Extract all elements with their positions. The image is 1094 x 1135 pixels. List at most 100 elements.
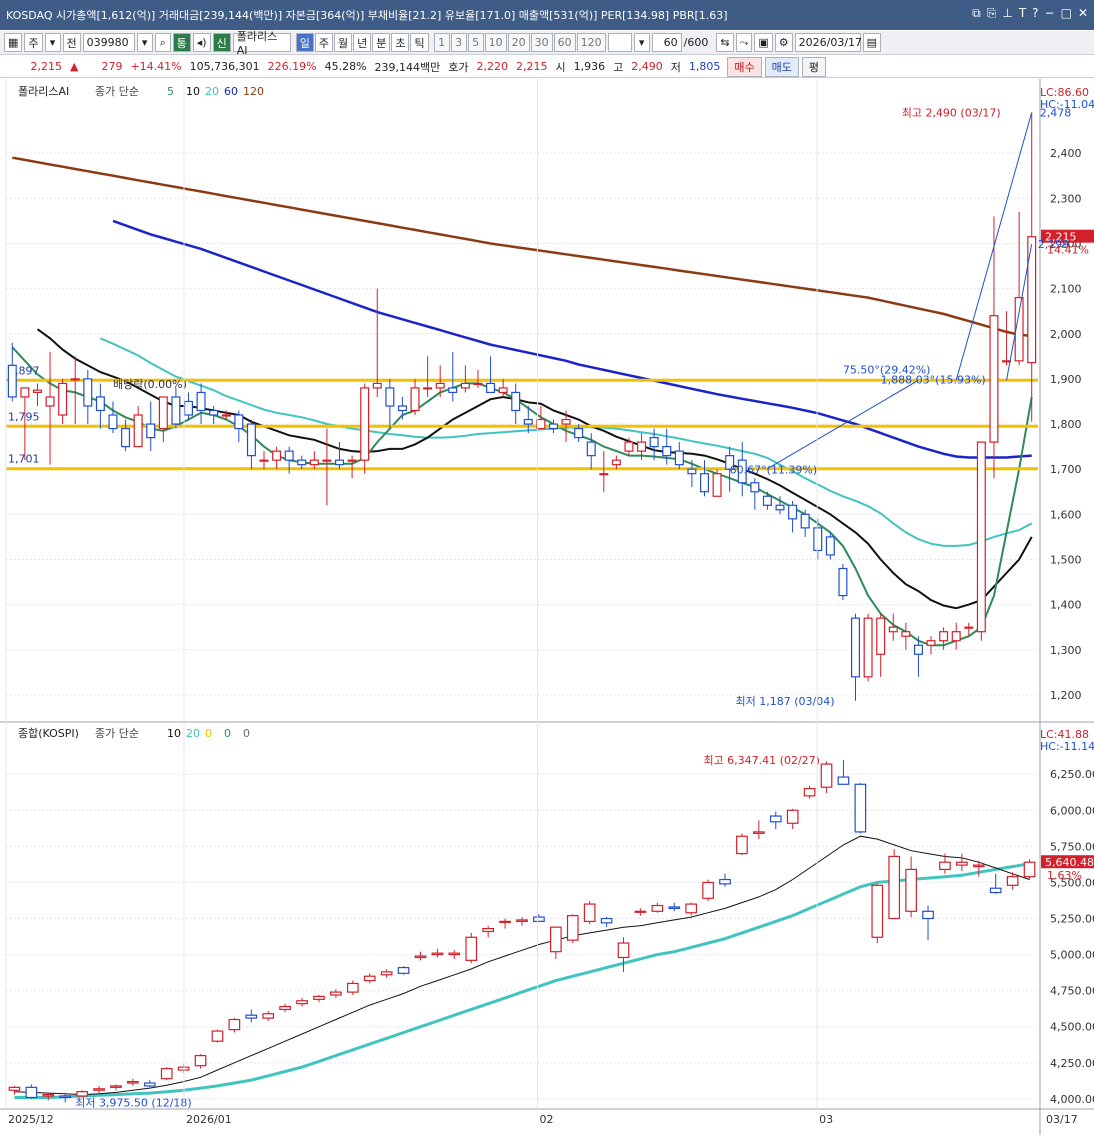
candle-body	[234, 414, 244, 430]
candle-body	[272, 450, 282, 461]
ytick-label: 1,600	[1050, 508, 1082, 521]
candle-body	[611, 459, 621, 466]
candle-body	[486, 382, 496, 394]
tab-2[interactable]: 월	[333, 33, 353, 52]
candle-body	[121, 427, 131, 448]
ma-legend-period: 120	[243, 85, 264, 98]
compare-icon[interactable]: ⤳	[735, 33, 753, 52]
candle-body	[813, 527, 823, 552]
candle-body	[435, 382, 445, 389]
chart-area[interactable]: 1,200 1,300 1,400 1,500 1,600 1,700 1,800 1,900…	[0, 79, 1094, 1135]
period-button-1[interactable]: 1	[433, 33, 450, 52]
period-button-30[interactable]: 30	[530, 33, 553, 52]
help-icon[interactable]: ?	[1032, 6, 1038, 21]
count-dropdown-icon[interactable]: ▾	[633, 33, 650, 52]
ma-legend-period: 10	[186, 85, 200, 98]
change-percent: +14.41%	[130, 60, 182, 73]
candle-body	[499, 920, 511, 923]
candle-body	[7, 364, 17, 398]
candle-body	[972, 864, 985, 868]
grid-icon[interactable]: ▦	[4, 33, 23, 52]
candle-body	[956, 861, 968, 866]
tong-button[interactable]: 통	[172, 33, 191, 52]
candle-body	[637, 441, 647, 452]
count-input[interactable]: 60	[651, 33, 682, 52]
chart-canvas[interactable]: 1,200 1,300 1,400 1,500 1,600 1,700 1,800 1,900…	[0, 79, 1094, 1135]
candle-body	[674, 450, 684, 466]
search-icon[interactable]: ⌕	[154, 33, 171, 52]
period-button-60[interactable]: 60	[553, 33, 576, 52]
tab-6[interactable]: 틱	[410, 33, 429, 52]
buy-button[interactable]: 매수	[727, 56, 762, 77]
tab-3[interactable]: 년	[353, 33, 372, 52]
ytick-label: 2,400	[1050, 147, 1082, 160]
candle-body	[42, 1093, 55, 1097]
date-input[interactable]: 2026/03/17	[794, 33, 862, 52]
sell-button[interactable]: 매도	[764, 56, 799, 77]
blank-input[interactable]	[607, 33, 632, 52]
candle-body	[228, 1018, 241, 1031]
change-value: 279	[101, 60, 123, 73]
candle-body	[1006, 876, 1019, 886]
stock-name[interactable]: 폴라리스AI	[232, 30, 291, 57]
stock-code-input[interactable]: 039980	[82, 33, 135, 52]
candle-body	[750, 482, 760, 493]
period-button-20[interactable]: 20	[507, 33, 530, 52]
save-icon[interactable]: ▣	[754, 33, 773, 52]
candle-body	[313, 995, 325, 1000]
candle-body	[762, 495, 772, 506]
code-dropdown-icon[interactable]: ▾	[136, 33, 153, 52]
calendar-icon[interactable]: ▤	[862, 33, 882, 52]
candle-body	[209, 409, 219, 416]
candle-body	[511, 391, 521, 412]
hc-label: HC:-11.14	[1040, 740, 1094, 753]
tab-0[interactable]: 일	[295, 33, 314, 52]
candle-body	[536, 418, 546, 430]
ask-price-2: 2,215	[516, 60, 548, 73]
pin-icon[interactable]: ⊥	[1002, 6, 1012, 21]
gear-icon[interactable]: ⚙	[774, 33, 793, 52]
trend-icon[interactable]: ⇆	[716, 33, 734, 52]
maximize-icon[interactable]: □	[1061, 6, 1072, 21]
candle-body	[549, 926, 562, 953]
candle-body	[662, 446, 672, 457]
candle-body	[913, 644, 923, 655]
period-button-10[interactable]: 10	[484, 33, 507, 52]
candle-body	[863, 617, 873, 678]
close-icon[interactable]: ✕	[1078, 6, 1088, 21]
candle-body	[926, 640, 936, 646]
text-icon[interactable]: T	[1019, 6, 1026, 21]
candle-body	[335, 459, 345, 466]
period-button-5[interactable]: 5	[467, 33, 484, 52]
ytick-label: 5,750.00	[1050, 840, 1094, 853]
candle-body	[498, 387, 508, 394]
period-unit-select[interactable]: 주	[24, 33, 43, 52]
support-label: 1,701	[8, 453, 40, 466]
period-button-3[interactable]: 3	[450, 33, 467, 52]
fib-label: 1,888.03°(15.93%)	[881, 373, 986, 386]
ytick-label: 1,300	[1050, 644, 1082, 657]
ma-legend-period: 20	[186, 727, 200, 740]
ytick-label: 2,000	[1050, 328, 1082, 341]
chevron-down-icon[interactable]: ▾	[44, 33, 61, 52]
restore-icon[interactable]: ⧉	[972, 6, 981, 21]
tab-5[interactable]: 초	[391, 33, 410, 52]
copy-icon[interactable]: ⎘	[987, 6, 997, 21]
period-button-120[interactable]: 120	[576, 33, 606, 52]
minimize-icon[interactable]: −	[1045, 6, 1055, 21]
speaker-icon[interactable]: ◂)	[192, 33, 211, 52]
candle-body	[516, 919, 528, 922]
eval-button[interactable]: 평	[801, 56, 827, 77]
candle-body	[59, 1095, 72, 1099]
candle-body	[788, 504, 798, 520]
candle-body	[25, 1086, 38, 1099]
candle-body	[76, 1091, 88, 1097]
tab-1[interactable]: 주	[314, 33, 333, 52]
tab-4[interactable]: 분	[372, 33, 391, 52]
high-label: 고	[613, 60, 624, 74]
high-annotation: 최고 2,490 (03/17)	[902, 107, 1001, 120]
candle-body	[651, 904, 664, 912]
prev-button[interactable]: 전	[62, 33, 81, 52]
candle-body	[939, 631, 949, 642]
fib-label: 60.67°(11.39%)	[730, 464, 818, 477]
